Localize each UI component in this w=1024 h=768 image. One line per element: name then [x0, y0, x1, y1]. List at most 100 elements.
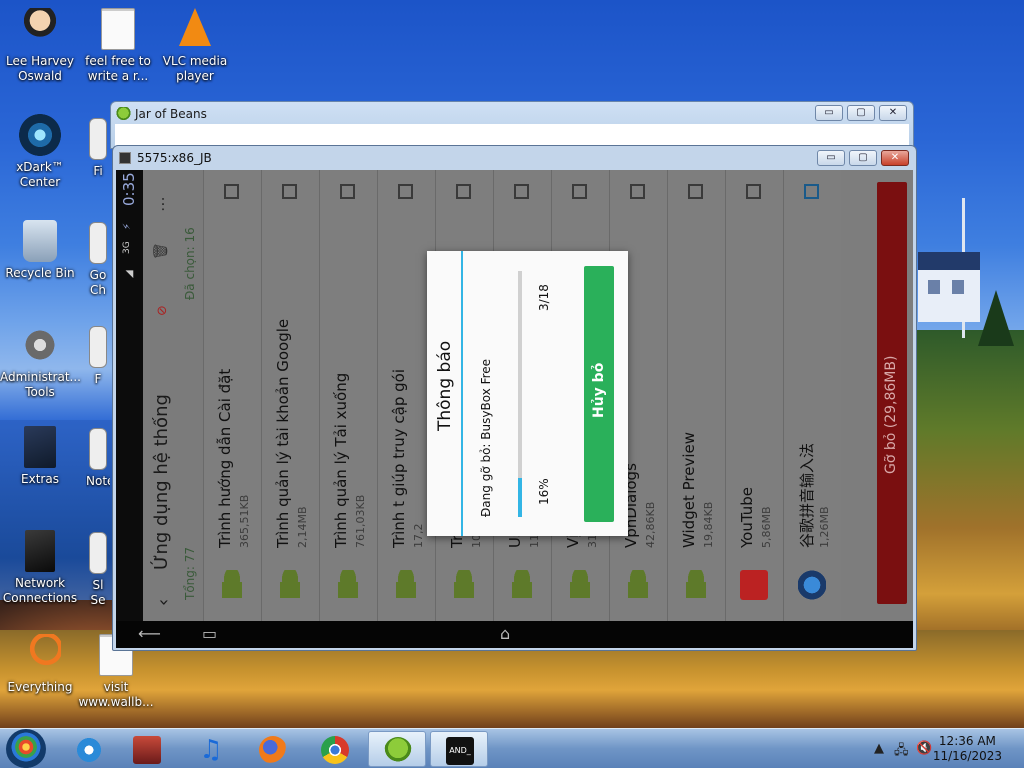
network-icon[interactable]: 🖧	[894, 741, 909, 763]
partial-icon	[89, 326, 107, 368]
desktop-icon-label: Everything	[7, 680, 73, 694]
android-app-icon	[334, 570, 362, 600]
android-app-icon	[508, 570, 536, 600]
checkbox[interactable]	[456, 184, 471, 199]
desktop-icon-label: Note	[86, 474, 110, 488]
desktop-icon-vlc[interactable]: VLC media player	[155, 8, 235, 84]
desktop-icon-extras[interactable]: Extras	[0, 426, 80, 487]
dialog-message: Đang gỡ bỏ: BusyBox Free	[479, 358, 493, 517]
checkbox[interactable]	[688, 184, 703, 199]
checkbox[interactable]	[282, 184, 297, 199]
maximize-button[interactable]: ▢	[849, 150, 877, 166]
list-item[interactable]: Trình quản lý Tải xuống 761,03KB	[319, 170, 377, 621]
close-button[interactable]: ✕	[881, 150, 909, 166]
checkbox[interactable]	[224, 184, 239, 199]
checkbox[interactable]	[340, 184, 355, 199]
android-app-icon	[624, 570, 652, 600]
clock[interactable]: 12:36 AM 11/16/2023	[933, 734, 1002, 764]
back-icon[interactable]: ‹	[153, 599, 174, 606]
desktop-icon-label: Go Ch	[89, 268, 107, 297]
start-button[interactable]	[6, 729, 46, 768]
menu-icon[interactable]: ⋯	[153, 196, 172, 212]
desktop-icon-xdark-center[interactable]: xDark™ Center	[0, 114, 80, 190]
partial-icon	[89, 118, 107, 160]
taskbar-store[interactable]	[118, 731, 176, 767]
desktop-icon-label: visit www.wallb...	[78, 680, 154, 709]
folder-icon	[24, 426, 56, 468]
youtube-icon	[740, 570, 768, 600]
checkbox[interactable]	[572, 184, 587, 199]
dialog-divider	[461, 251, 463, 536]
minimize-button[interactable]: ▭	[817, 150, 845, 166]
window-title: Jar of Beans	[135, 107, 207, 121]
selected-count: Đã chọn: 16	[183, 227, 197, 300]
desktop-icon-label: Network Connections	[2, 576, 78, 605]
cancel-button[interactable]: Hủy bỏ	[584, 266, 614, 522]
desktop-icon-feel-free[interactable]: feel free to write a r...	[78, 8, 158, 84]
jar-of-beans-icon	[116, 107, 131, 122]
store-icon	[133, 736, 161, 764]
list-item[interactable]: YouTube 5,86MB	[725, 170, 783, 621]
desktop-icon-partial-sl[interactable]: Sl Se	[86, 532, 110, 608]
back-nav-icon[interactable]: ⟵	[138, 625, 161, 643]
network-icon	[25, 530, 55, 572]
desktop-icon-label: feel free to write a r...	[85, 54, 151, 83]
dialog-title: Thông báo	[435, 340, 455, 431]
taskbar-jar-of-beans[interactable]	[368, 731, 426, 767]
wallpaper-house	[918, 252, 980, 322]
volume-muted-icon[interactable]: 🔇	[916, 741, 932, 756]
xdark-icon	[19, 114, 61, 156]
checkbox[interactable]	[398, 184, 413, 199]
wallpaper-tree	[978, 290, 1014, 346]
trash-icon[interactable]: 🗑	[153, 242, 169, 260]
list-item[interactable]: Trình hướng dẫn Cài đặt 365,51KB	[203, 170, 261, 621]
desktop-icon-administrative-tools[interactable]: Administrat... Tools	[0, 324, 81, 400]
progress-percent: 16%	[537, 478, 551, 505]
battery-icon: ⚡	[122, 222, 133, 230]
list-item[interactable]: Widget Preview 19,84KB	[667, 170, 725, 621]
desktop-icon-partial-fi[interactable]: Fi	[86, 118, 110, 179]
list-item[interactable]: 谷歌拼音输入法 1,26MB	[783, 170, 841, 621]
desktop-icon-partial-note[interactable]: Note	[86, 428, 110, 489]
taskbar-firefox[interactable]	[244, 731, 302, 767]
checkbox[interactable]	[746, 184, 761, 199]
checkbox[interactable]	[514, 184, 529, 199]
recent-apps-icon[interactable]: ▭	[202, 625, 217, 643]
jar-of-beans-window: Jar of Beans ▭ ▢ ✕	[110, 101, 914, 149]
ad-block-icon[interactable]: ⊘	[155, 305, 170, 316]
desktop-icon-everything[interactable]: Everything	[0, 634, 80, 695]
taskbar-android-emulator[interactable]: AND_	[430, 731, 488, 767]
maximize-button[interactable]: ▢	[847, 105, 875, 121]
desktop-icon-label: Fi	[93, 164, 103, 178]
person-icon	[19, 8, 61, 50]
desktop-icon-network-connections[interactable]: Network Connections	[0, 530, 80, 606]
app-header: ‹ Ứng dụng hệ thống Tổng: 77 Đã chọn: 16…	[143, 170, 203, 621]
emulator-icon	[119, 152, 131, 164]
signal-icon: ◢	[124, 270, 135, 278]
android-nav-bar: ⟵ ▭ ⌂	[116, 621, 913, 648]
network-type: 3G	[122, 241, 132, 254]
desktop-icon-partial-f[interactable]: F	[86, 326, 110, 387]
home-icon[interactable]: ⌂	[500, 625, 510, 643]
desktop-icon-recycle-bin[interactable]: Recycle Bin	[0, 220, 80, 281]
minimize-button[interactable]: ▭	[815, 105, 843, 121]
taskbar: ♫ AND_ ▲ 🖧 🔇 12:36 AM 11/16/2023	[0, 728, 1024, 768]
show-hidden-icons[interactable]: ▲	[874, 741, 884, 756]
taskbar-chrome[interactable]	[306, 731, 364, 767]
vlc-icon	[174, 8, 216, 50]
checkbox[interactable]	[630, 184, 645, 199]
remove-button[interactable]: Gỡ bỏ (29,86MB)	[877, 182, 907, 604]
desktop-icon-partial-go[interactable]: Go Ch	[86, 222, 110, 298]
android-status-bar: 0:35 ⚡ 3G ◢	[116, 170, 143, 621]
partial-icon	[89, 222, 107, 264]
taskbar-ie[interactable]	[60, 731, 118, 767]
list-item[interactable]: Trình quản lý tài khoản Google 2,14MB	[261, 170, 319, 621]
taskbar-itunes[interactable]: ♫	[182, 731, 240, 767]
checkbox-checked[interactable]	[804, 184, 819, 199]
close-button[interactable]: ✕	[879, 105, 907, 121]
android-app-icon	[450, 570, 478, 600]
desktop-icon-label: Sl Se	[90, 578, 106, 607]
desktop-icon-lee-harvey-oswald[interactable]: Lee Harvey Oswald	[0, 8, 80, 84]
desktop-icon-label: xDark™ Center	[16, 160, 64, 189]
clock-date: 11/16/2023	[932, 749, 1002, 763]
